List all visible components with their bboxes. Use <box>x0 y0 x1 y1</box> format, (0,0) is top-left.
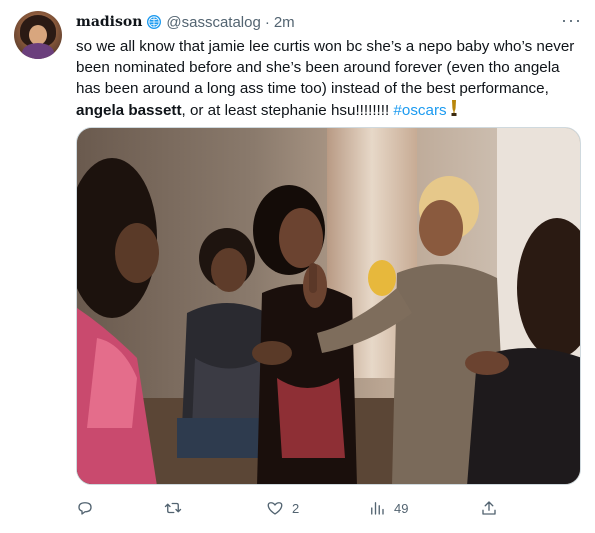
tweet-text-fragment: , or at least stephanie hsu!!!!!!!! <box>181 102 394 119</box>
avatar[interactable] <box>14 11 62 59</box>
views-icon <box>371 502 384 515</box>
retweet-icon <box>164 502 182 514</box>
tweet-text: so we all know that jamie lee curtis won… <box>76 36 581 123</box>
display-name[interactable]: madison <box>76 14 142 30</box>
avatar-face <box>29 25 47 45</box>
tweet-actions: 2 49 <box>76 498 506 518</box>
tweet-media-image[interactable] <box>76 127 581 485</box>
tweet-text-line: angela bassett, or at least stephanie hs… <box>76 99 581 123</box>
like-button[interactable]: 2 <box>266 498 299 518</box>
photo-of-women-arguing <box>77 128 580 484</box>
reply-button[interactable] <box>76 498 102 518</box>
verified-badge-icon[interactable] <box>146 14 162 30</box>
views-count: 49 <box>394 500 409 516</box>
trophy-icon <box>449 99 459 123</box>
tweet-text-line: been nominated before and she’s been aro… <box>76 59 560 76</box>
handle[interactable]: @sasscatalog <box>166 14 260 31</box>
share-icon <box>482 501 496 515</box>
retweet-button[interactable] <box>164 498 190 518</box>
like-count: 2 <box>292 500 300 516</box>
hashtag-link[interactable]: #oscars <box>393 102 446 119</box>
heart-icon <box>267 502 283 515</box>
share-button[interactable] <box>480 498 498 518</box>
tweet-text-line: so we all know that jamie lee curtis won… <box>76 38 575 55</box>
avatar-body <box>22 43 54 59</box>
tweet-header: madison @sasscatalog · 2m <box>76 12 295 32</box>
reply-icon <box>78 502 92 515</box>
tweet[interactable]: madison @sasscatalog · 2m ··· so we all … <box>0 0 595 533</box>
separator-dot: · <box>264 13 270 31</box>
more-options-icon[interactable]: ··· <box>561 10 582 31</box>
views-button[interactable]: 49 <box>368 498 408 518</box>
tweet-text-line: has been around a long ass time too) ins… <box>76 80 549 97</box>
timestamp[interactable]: 2m <box>274 14 295 31</box>
mention-bold-name: angela bassett <box>76 102 182 119</box>
